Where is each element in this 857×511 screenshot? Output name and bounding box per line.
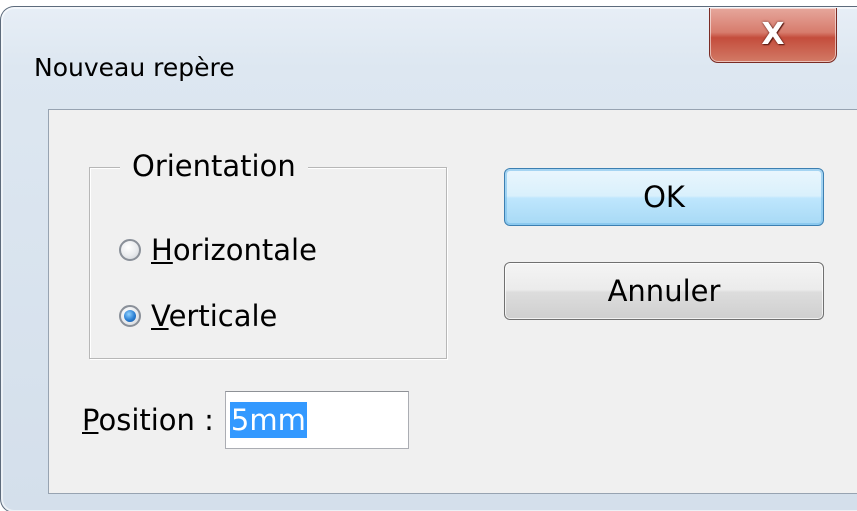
dialog-title: Nouveau repère	[34, 53, 235, 82]
orientation-legend: Orientation	[120, 146, 308, 186]
radio-verticale-label: Verticale	[151, 298, 277, 334]
radio-verticale-label-rest: erticale	[168, 299, 278, 333]
radio-horizontale[interactable]: Horizontale	[119, 232, 317, 268]
position-label-mnemonic: P	[82, 403, 99, 437]
close-icon: X	[761, 17, 785, 52]
ok-button[interactable]: OK	[504, 168, 824, 226]
position-label-rest: osition :	[98, 403, 214, 437]
radio-verticale[interactable]: Verticale	[119, 298, 277, 334]
position-row: Position : 5mm	[82, 391, 409, 449]
radio-horizontale-mnemonic: H	[151, 233, 173, 267]
cancel-button[interactable]: Annuler	[504, 262, 824, 320]
radio-verticale-indicator[interactable]	[119, 305, 141, 327]
close-button[interactable]: X	[709, 8, 837, 63]
position-label: Position :	[82, 391, 214, 449]
radio-horizontale-indicator[interactable]	[119, 239, 141, 261]
dialog-body: Orientation Horizontale Verticale OK Ann…	[48, 109, 857, 494]
radio-horizontale-label-rest: orizontale	[172, 233, 317, 267]
radio-verticale-mnemonic: V	[151, 299, 169, 333]
orientation-group: Orientation Horizontale Verticale	[89, 146, 447, 359]
radio-horizontale-label: Horizontale	[151, 232, 317, 268]
position-input-value: 5mm	[229, 402, 307, 438]
position-input[interactable]: 5mm	[224, 391, 409, 449]
